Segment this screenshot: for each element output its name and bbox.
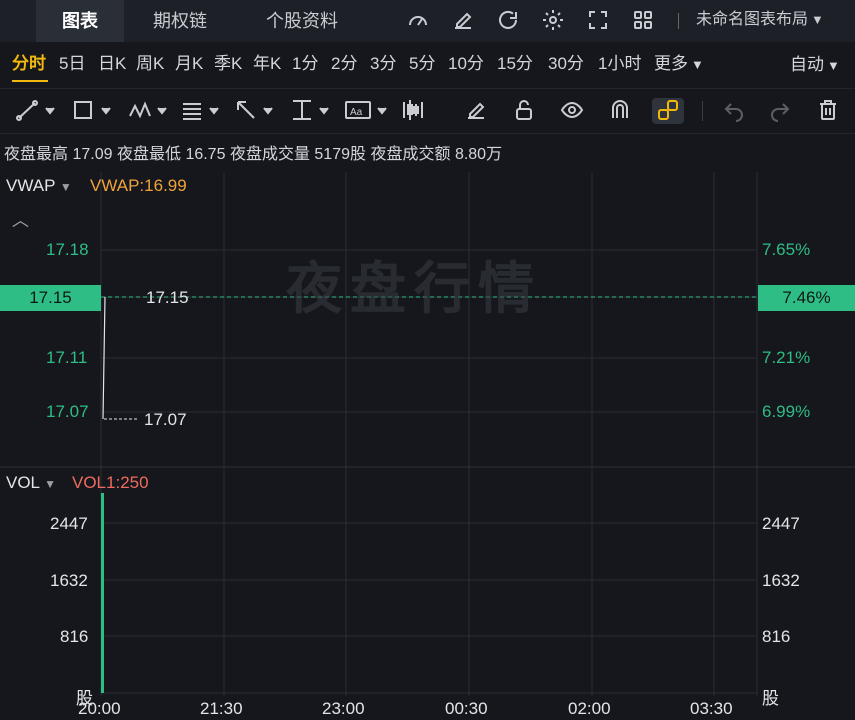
current-pct-tag-right: 7.46% [758,285,855,311]
watermark: 夜盘行情 [286,257,542,320]
volume-bar [101,493,104,693]
price-axis-label: 17.11 [46,348,88,367]
vol-axis-unit-right: 股 [762,689,779,708]
x-tick-label: 03:30 [690,699,733,718]
pct-axis-label: 6.99% [762,402,811,421]
price-axis-label: 17.07 [46,402,89,421]
x-tick-label: 23:00 [322,699,365,718]
pct-axis-label: 7.65% [762,240,811,259]
low-marker-label: 17.07 [144,410,187,429]
x-tick-label: 02:00 [568,699,611,718]
x-tick-label: 21:30 [200,699,243,718]
vol-axis-label-right: 816 [762,627,791,646]
vwap-label: VWAP [6,176,56,195]
volume-indicator-name[interactable]: VOL ▼ [6,473,56,493]
vol-axis-label: 816 [60,627,89,646]
vol-label: VOL [6,473,40,492]
vol-axis-label-right: 2447 [762,514,800,533]
vol-axis-label-right: 1632 [762,571,800,590]
x-tick-label: 20:00 [78,699,121,718]
vol-axis-label: 2447 [50,514,88,533]
vol-axis-label: 1632 [50,571,88,590]
price-axis-label: 17.18 [46,240,89,259]
caret-down-icon: ▼ [44,477,57,491]
price-indicator-name[interactable]: VWAP ▼ [6,176,72,196]
vwap-value: VWAP:16.99 [90,176,187,195]
high-marker-label: 17.15 [146,288,189,307]
chart-canvas[interactable] [0,0,855,720]
vol1-value: VOL1:250 [72,473,149,492]
current-price-tag-left: 17.15 [0,285,101,311]
collapse-icon[interactable]: ︿ [12,206,29,231]
caret-down-icon: ▼ [59,180,72,194]
x-tick-label: 00:30 [445,699,488,718]
pct-axis-label: 7.21% [762,348,811,367]
